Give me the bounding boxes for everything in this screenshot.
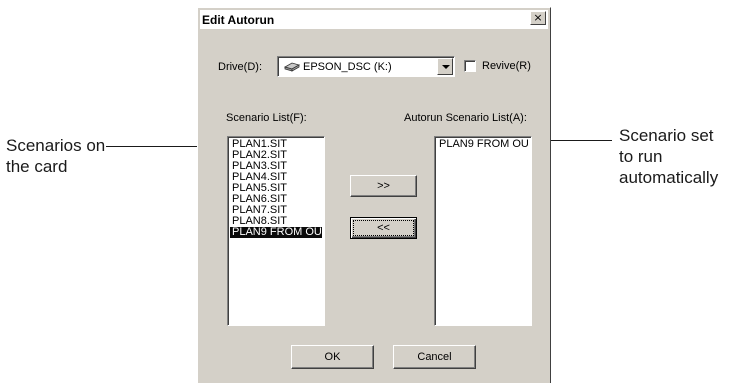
edit-autorun-dialog: Edit Autorun × Drive(D): EPSON_DSC (K:) … [197, 7, 551, 383]
callout-line: Scenario set [619, 126, 714, 145]
list-item[interactable]: PLAN2.SIT [230, 150, 322, 161]
chevron-down-icon[interactable] [437, 58, 453, 75]
list-item[interactable]: PLAN6.SIT [230, 194, 322, 205]
revive-checkbox[interactable] [464, 60, 476, 72]
drive-value: EPSON_DSC (K:) [303, 61, 392, 73]
list-item[interactable]: PLAN4.SIT [230, 172, 322, 183]
callout-scenarios-on-card: Scenarios on the card [6, 135, 105, 177]
scenario-listbox[interactable]: PLAN1.SIT PLAN2.SIT PLAN3.SIT PLAN4.SIT … [227, 136, 325, 326]
ok-button[interactable]: OK [291, 345, 374, 369]
title-bar: Edit Autorun × [200, 10, 548, 29]
callout-line: automatically [619, 168, 719, 187]
add-button[interactable]: >> [350, 175, 417, 197]
list-item[interactable]: PLAN9 FROM OU [437, 139, 529, 150]
revive-label: Revive(R) [482, 60, 531, 72]
drive-select[interactable]: EPSON_DSC (K:) [277, 56, 455, 77]
autorun-listbox[interactable]: PLAN9 FROM OU [434, 136, 532, 326]
callout-line: the card [6, 157, 68, 176]
cancel-button[interactable]: Cancel [393, 345, 476, 369]
list-item[interactable]: PLAN7.SIT [230, 205, 322, 216]
list-item[interactable]: PLAN3.SIT [230, 161, 322, 172]
autorun-list-label: Autorun Scenario List(A): [404, 112, 527, 124]
remove-button[interactable]: << [350, 217, 417, 239]
list-item[interactable]: PLAN8.SIT [230, 216, 322, 227]
callout-scenario-autorun: Scenario set to run automatically [619, 125, 718, 188]
drive-label: Drive(D): [218, 61, 262, 73]
drive-icon [284, 62, 300, 72]
list-item[interactable]: PLAN1.SIT [230, 139, 322, 150]
dialog-title: Edit Autorun [202, 12, 275, 27]
close-button[interactable]: × [530, 11, 546, 25]
list-item-selected[interactable]: PLAN9 FROM OU [230, 227, 322, 238]
close-icon: × [533, 11, 543, 24]
callout-line: to run [619, 147, 663, 166]
list-item[interactable]: PLAN5.SIT [230, 183, 322, 194]
scenario-list-label: Scenario List(F): [226, 112, 307, 124]
callout-line: Scenarios on [6, 136, 106, 155]
